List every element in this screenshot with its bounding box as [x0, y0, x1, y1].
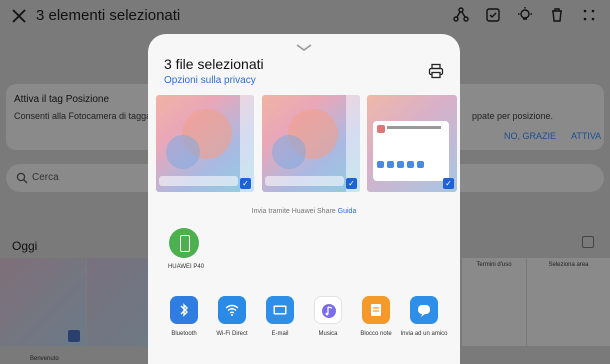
notepad-icon	[362, 296, 390, 324]
background-header: 3 elementi selezionati	[0, 0, 610, 34]
app-send-to-friend[interactable]: Invia ad un amico	[398, 296, 450, 338]
thumbnail-title: Termini d'uso	[476, 262, 512, 268]
share-device-huawei-p40[interactable]: HUAWEI P40	[166, 228, 204, 270]
email-icon	[266, 296, 294, 324]
app-notepad[interactable]: Blocco note	[350, 296, 402, 338]
select-all-icon[interactable]	[484, 6, 502, 24]
header-actions	[452, 6, 598, 24]
thumbnail-checkbox[interactable]	[68, 330, 80, 342]
lightbulb-icon[interactable]	[516, 6, 534, 24]
selected-files-preview: ✓ ✓ ✓	[156, 95, 460, 192]
app-label: Bluetooth	[171, 331, 197, 337]
tag-card-description-right: ppate per posizione.	[472, 111, 554, 121]
page-title: 3 elementi selezionati	[36, 7, 181, 24]
app-wifi-direct[interactable]: Wi-Fi Direct	[206, 296, 258, 338]
select-section-checkbox[interactable]	[582, 236, 594, 248]
file-preview[interactable]: ✓	[262, 95, 360, 192]
app-label: Invia ad un amico	[400, 331, 448, 337]
photo-thumbnail[interactable]: Seleziona area	[527, 258, 610, 346]
tag-card-title: Attiva il tag Posizione	[14, 94, 110, 105]
share-apps: Bluetooth Wi-Fi Direct E-mail Musica Blo…	[158, 296, 454, 356]
chevron-down-icon[interactable]	[296, 39, 312, 51]
photo-thumbnail[interactable]: Termini d'uso	[462, 258, 526, 346]
file-preview[interactable]: ✓	[367, 95, 457, 192]
app-bluetooth[interactable]: Bluetooth	[158, 296, 210, 338]
phone-icon	[169, 228, 199, 258]
search-icon	[16, 171, 28, 184]
bluetooth-icon	[170, 296, 198, 324]
share-sheet: 3 file selezionati Opzioni sulla privacy…	[148, 34, 460, 364]
print-icon[interactable]	[428, 63, 444, 79]
close-icon[interactable]	[10, 7, 28, 25]
wifi-direct-icon	[218, 296, 246, 324]
app-music[interactable]: Musica	[302, 296, 354, 338]
guide-link[interactable]: Guida	[338, 208, 357, 215]
trash-icon[interactable]	[548, 6, 566, 24]
no-thanks-button[interactable]: NO, GRAZIE	[504, 131, 556, 141]
checkmark-icon[interactable]: ✓	[443, 178, 454, 189]
activate-button[interactable]: ATTIVA	[571, 131, 601, 141]
search-input[interactable]: Cerca	[32, 172, 59, 183]
share-icon[interactable]	[452, 6, 470, 24]
app-label: Blocco note	[360, 331, 392, 337]
huawei-share-caption: Invia tramite Huawei Share Guida	[148, 208, 460, 215]
thumbnail-caption: Benvenuto	[30, 356, 59, 362]
message-icon	[410, 296, 438, 324]
app-label: Wi-Fi Direct	[216, 331, 248, 337]
file-preview[interactable]: ✓	[156, 95, 254, 192]
app-label: Musica	[318, 331, 338, 337]
app-email[interactable]: E-mail	[254, 296, 306, 338]
privacy-options-link[interactable]: Opzioni sulla privacy	[164, 75, 256, 86]
device-label: HUAWEI P40	[167, 264, 205, 270]
checkmark-icon[interactable]: ✓	[346, 178, 357, 189]
more-icon[interactable]	[580, 6, 598, 24]
photo-thumbnail[interactable]	[87, 258, 149, 346]
thumbnail-title: Seleziona area	[548, 262, 589, 268]
music-icon	[314, 296, 342, 324]
tag-card-description: Consenti alla Fotocamera di taggar	[14, 111, 155, 121]
section-heading-today: Oggi	[12, 239, 38, 253]
sheet-title: 3 file selezionati	[164, 56, 264, 72]
checkmark-icon[interactable]: ✓	[240, 178, 251, 189]
app-label: E-mail	[271, 331, 289, 337]
huawei-share-text: Invia tramite Huawei Share	[251, 208, 336, 215]
